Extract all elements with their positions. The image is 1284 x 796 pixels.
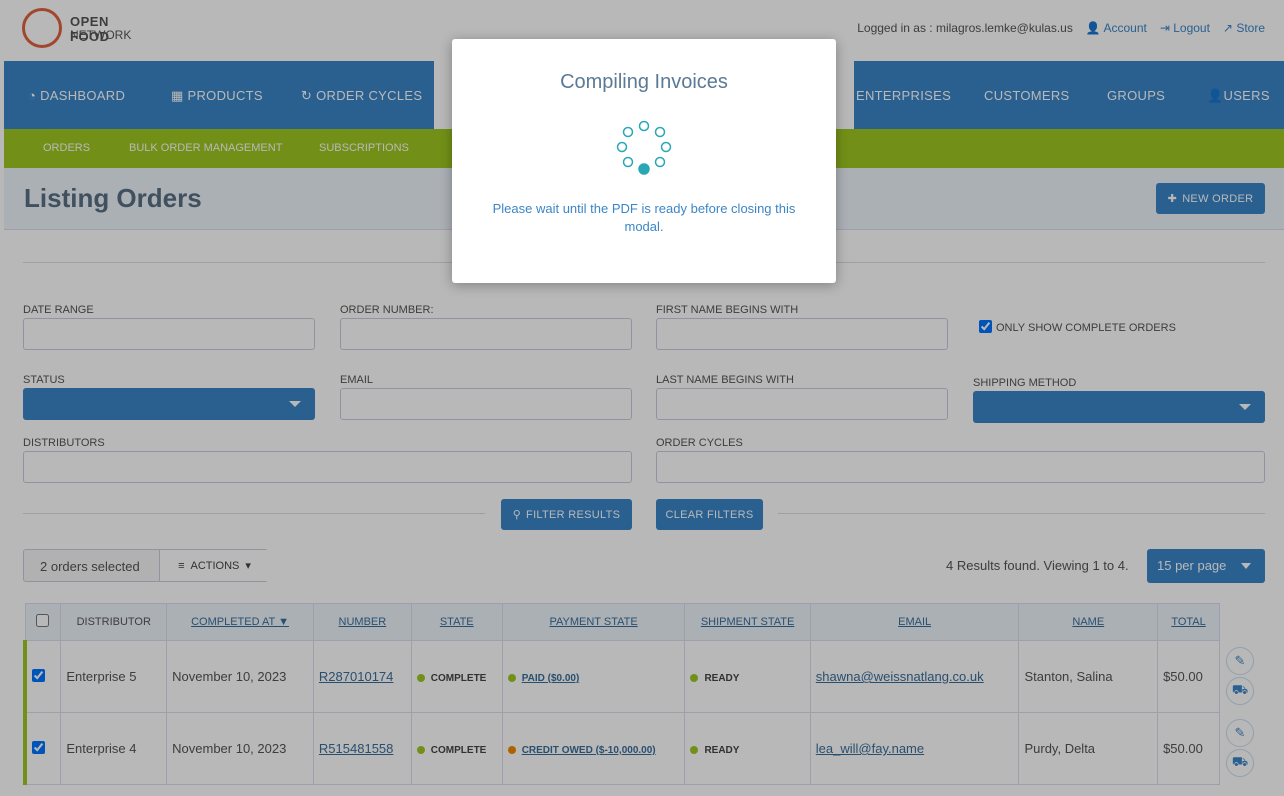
modal-message: Please wait until the PDF is ready befor…	[492, 201, 796, 234]
loading-spinner-icon	[616, 120, 672, 175]
modal-title: Compiling Invoices	[560, 71, 728, 93]
compiling-invoices-modal: Compiling Invoices Please wait until the…	[452, 39, 836, 283]
